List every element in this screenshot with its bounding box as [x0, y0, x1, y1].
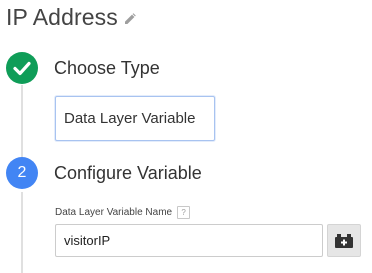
data-layer-variable-name-label: Data Layer Variable Name [55, 207, 173, 218]
insert-variable-button[interactable] [327, 224, 361, 257]
step-1-title[interactable]: Choose Type [54, 58, 160, 79]
field-label-row: Data Layer Variable Name ? [55, 206, 191, 219]
step-1-complete-badge [6, 52, 38, 84]
data-layer-variable-name-input[interactable] [55, 224, 323, 257]
variable-picker-icon [335, 233, 353, 248]
page-title: IP Address [6, 4, 118, 30]
variable-type-chip[interactable]: Data Layer Variable [55, 96, 215, 141]
variable-type-label: Data Layer Variable [64, 110, 196, 127]
step-2-badge: 2 [6, 157, 38, 189]
step-2-title: Configure Variable [54, 163, 202, 183]
title-row: IP Address [6, 4, 136, 31]
help-icon[interactable]: ? [177, 206, 191, 219]
checkmark-icon [13, 61, 31, 76]
pencil-icon[interactable] [124, 13, 136, 25]
step-connector-line [21, 85, 23, 157]
step-2-number: 2 [17, 164, 27, 181]
step-connector-line [21, 192, 23, 273]
